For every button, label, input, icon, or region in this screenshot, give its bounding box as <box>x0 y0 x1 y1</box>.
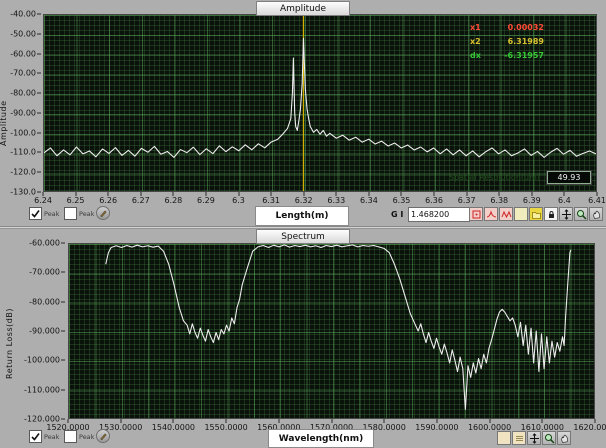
annotation-blank-button[interactable] <box>514 207 528 221</box>
amplitude-graph-title: Amplitude <box>256 1 350 16</box>
ofdr-analysis-window: Amplitude Amplitude -40.00-50.00-60.00-7… <box>0 0 606 448</box>
spectrum-peak-checkbox-2-unchecked[interactable] <box>64 430 77 443</box>
group-index-input[interactable] <box>408 207 470 222</box>
spectrum-pan-button[interactable] <box>557 431 571 445</box>
spectrum-graph-palette <box>497 431 571 445</box>
cursor-legend-row-x1: x1 0.00032 <box>470 20 544 34</box>
cursor-dx-label: dx <box>470 51 492 60</box>
pan-button[interactable] <box>589 207 603 221</box>
zigzag-icon <box>501 209 512 220</box>
zoom-button[interactable] <box>574 207 588 221</box>
spectrum-cursor-move-button[interactable] <box>527 431 541 445</box>
cursor-legend: x1 0.00032 x2 6.31989 dx -6.31957 <box>470 20 544 62</box>
list-lines-icon <box>514 433 525 444</box>
spectrum-y-ticks: -60.000-70.000-80.000-90.000-100.000-110… <box>18 243 66 419</box>
spectrum-annotation-button-1[interactable] <box>497 431 511 445</box>
check-icon <box>30 208 41 219</box>
wavelength-axis-name: Wavelength(nm) <box>268 429 374 448</box>
amplitude-y-ticks: -40.00-50.00-60.00-70.00-80.00-90.00-100… <box>0 14 42 192</box>
spatial-resolution-value[interactable]: 49.93 <box>547 171 591 184</box>
cursor-x2-value: 6.31989 <box>492 37 544 46</box>
crosshair-move-icon <box>561 209 572 220</box>
multi-peak-cursor-button[interactable] <box>499 207 513 221</box>
pencil-icon <box>98 431 108 441</box>
spatial-resolution: Spatial Resolution(um) 49.93 <box>449 171 591 184</box>
peak-curve-icon <box>486 209 497 220</box>
return-loss-y-axis-label: Return Loss(dB) <box>5 283 14 379</box>
cursor-dx-value: -6.31957 <box>492 51 544 60</box>
group-index-label: G I <box>391 210 403 219</box>
spectrum-zoom-button[interactable] <box>542 431 556 445</box>
spectrum-plot-area[interactable] <box>68 243 595 419</box>
check-icon <box>30 431 41 442</box>
amplitude-plot-area[interactable]: x1 0.00032 x2 6.31989 dx -6.31957 Spatia… <box>43 14 597 192</box>
spectrum-peak-checkbox-2-label: Peak <box>79 433 94 441</box>
pan-hand-icon <box>591 209 602 220</box>
length-axis-name: Length(m) <box>255 206 349 226</box>
pan-hand-icon <box>559 433 570 444</box>
cursor-move-button[interactable] <box>559 207 573 221</box>
peak-checkbox-2-unchecked[interactable] <box>64 207 77 220</box>
cursor-x1-value: 0.00032 <box>492 23 544 32</box>
cursor-marker-button[interactable] <box>469 207 483 221</box>
cursor-legend-row-x2: x2 6.31989 <box>470 34 544 48</box>
spectrum-peak-checkbox-1-checked[interactable] <box>29 430 42 443</box>
annotation-folder-button[interactable] <box>529 207 543 221</box>
peak-checkbox-1-checked[interactable] <box>29 207 42 220</box>
spectrum-waveform <box>69 244 594 418</box>
spectrum-peak-checkbox-1-label: Peak <box>44 433 59 441</box>
cursor-x1-label: x1 <box>470 23 492 32</box>
edit-annotation-button[interactable] <box>96 206 110 220</box>
amplitude-graph-palette <box>469 207 603 221</box>
lock-button[interactable] <box>544 207 558 221</box>
crosshair-move-icon <box>529 433 540 444</box>
peak-checkbox-1-label: Peak <box>44 210 59 218</box>
peak-cursor-button[interactable] <box>484 207 498 221</box>
spectrum-edit-annotation-button[interactable] <box>96 429 110 443</box>
spectrum-graph-title: Spectrum <box>256 229 350 244</box>
folder-icon <box>531 209 542 220</box>
cursor-x2-label: x2 <box>470 37 492 46</box>
zoom-magnifier-icon <box>544 433 555 444</box>
amplitude-panel: Amplitude Amplitude -40.00-50.00-60.00-7… <box>0 0 606 226</box>
peak-checkbox-2-label: Peak <box>79 210 94 218</box>
spatial-resolution-label: Spatial Resolution(um) <box>449 173 540 182</box>
cursor-legend-row-dx: dx -6.31957 <box>470 48 544 62</box>
spectrum-annotation-button-2[interactable] <box>512 431 526 445</box>
pencil-icon <box>98 208 108 218</box>
zoom-magnifier-icon <box>576 209 587 220</box>
cursor-marker-icon <box>471 209 482 220</box>
lock-icon <box>546 209 557 220</box>
